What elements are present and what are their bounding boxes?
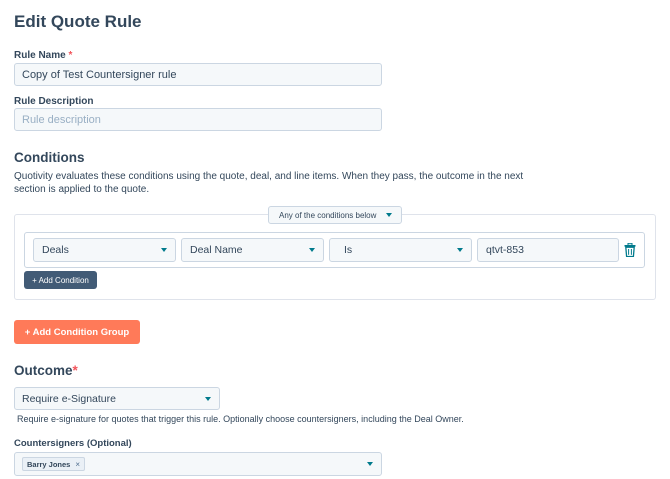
outcome-help-text: Require e-signature for quotes that trig…	[17, 414, 464, 424]
condition-operator-value: Is	[344, 244, 353, 256]
chevron-down-icon	[309, 248, 315, 252]
conditions-description-line-1: Quotivity evaluates these conditions usi…	[14, 171, 524, 182]
chevron-down-icon	[205, 396, 211, 401]
condition-value-input[interactable]: qtvt-853	[477, 238, 619, 262]
rule-name-input[interactable]: Copy of Test Countersigner rule	[14, 63, 382, 86]
group-match-select[interactable]: Any of the conditions below	[268, 206, 402, 224]
rule-name-value: Copy of Test Countersigner rule	[22, 68, 177, 81]
chevron-down-icon	[386, 213, 392, 217]
trash-icon[interactable]	[624, 243, 636, 257]
conditions-title: Conditions	[14, 150, 85, 165]
outcome-selected-value: Require e-Signature	[22, 392, 116, 405]
rule-name-label: Rule Name *	[14, 50, 72, 61]
countersigners-label: Countersigners (Optional)	[14, 438, 132, 449]
outcome-title-text: Outcome	[14, 363, 73, 378]
chevron-down-icon	[367, 462, 373, 466]
outcome-select[interactable]: Require e-Signature	[14, 387, 220, 410]
countersigner-chip-name: Barry Jones	[27, 459, 71, 469]
countersigner-chip: Barry Jones ×	[22, 457, 86, 471]
chevron-down-icon	[457, 248, 463, 252]
required-mark: *	[68, 50, 73, 61]
rule-description-input[interactable]: Rule description	[14, 108, 382, 131]
condition-property-value: Deal Name	[190, 244, 243, 256]
condition-value-text: qtvt-853	[486, 244, 524, 256]
add-condition-button[interactable]: + Add Condition	[24, 271, 97, 289]
condition-object-select[interactable]: Deals	[33, 238, 176, 262]
condition-object-value: Deals	[42, 244, 69, 256]
close-icon[interactable]: ×	[75, 460, 80, 469]
conditions-description-line-2: section is applied to the quote.	[14, 184, 150, 195]
group-match-value: Any of the conditions below	[279, 210, 377, 220]
required-mark: *	[72, 363, 78, 378]
conditions-description: Quotivity evaluates these conditions usi…	[14, 170, 574, 196]
page-title: Edit Quote Rule	[14, 12, 142, 31]
chevron-down-icon	[161, 248, 167, 252]
condition-property-select[interactable]: Deal Name	[181, 238, 324, 262]
condition-operator-select[interactable]: Is	[329, 238, 472, 262]
add-condition-group-button[interactable]: + Add Condition Group	[14, 320, 140, 344]
rule-name-label-text: Rule Name	[14, 50, 66, 61]
rule-description-placeholder: Rule description	[22, 113, 101, 126]
outcome-title: Outcome*	[14, 363, 78, 378]
rule-description-label: Rule Description	[14, 96, 94, 107]
